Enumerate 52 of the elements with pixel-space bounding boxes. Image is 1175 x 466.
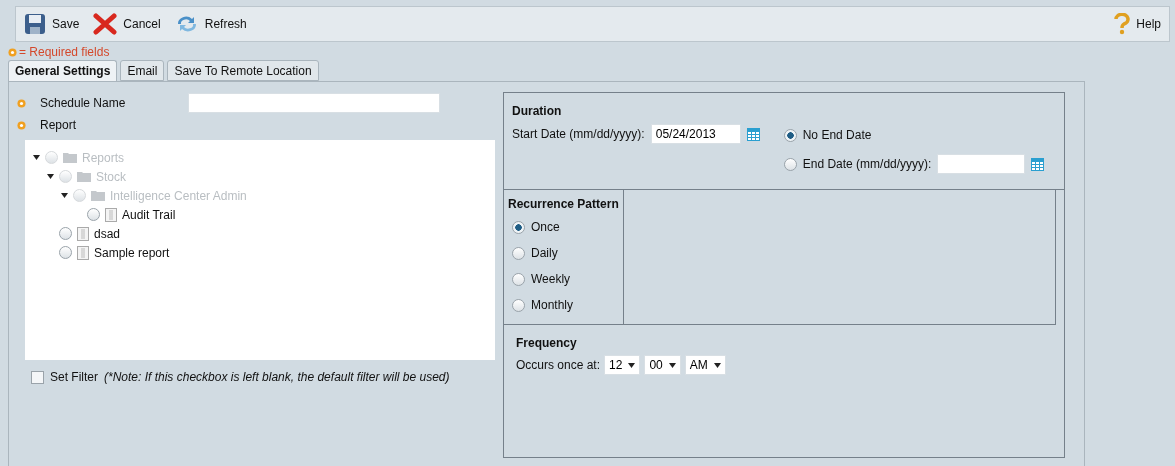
radio-label[interactable]: Weekly xyxy=(531,272,571,286)
checkbox[interactable] xyxy=(31,370,44,384)
caret-icon xyxy=(628,362,636,368)
required-icon xyxy=(17,120,26,130)
schedule-name-field[interactable] xyxy=(188,93,440,113)
radio-label[interactable]: No End Date xyxy=(802,128,872,142)
radio-button[interactable] xyxy=(512,298,525,312)
checkbox-label[interactable]: Set Filter xyxy=(50,370,98,384)
section-title: Duration xyxy=(512,103,563,120)
required-fields-note: = Required fields xyxy=(19,45,110,59)
radio-button[interactable] xyxy=(512,272,525,286)
report-icon xyxy=(77,226,89,241)
radio-button[interactable] xyxy=(512,220,525,234)
toolbar-button[interactable]: Refresh xyxy=(174,14,247,34)
tab[interactable]: General Settings xyxy=(8,60,118,81)
radio-label[interactable]: Monthly xyxy=(531,298,574,312)
dropdown[interactable]: 12 xyxy=(604,355,641,375)
folder-icon xyxy=(77,171,91,182)
radio-label[interactable]: End Date (mm/dd/yyyy): xyxy=(802,157,932,171)
report-icon xyxy=(105,207,117,222)
help-button[interactable]: Help xyxy=(1114,13,1161,35)
dropdown[interactable]: AM xyxy=(684,355,726,375)
toolbar-button[interactable]: Cancel xyxy=(93,13,161,35)
toolbar-button[interactable]: Save xyxy=(24,13,80,35)
end-date-field[interactable] xyxy=(937,154,1026,174)
dropdown[interactable]: 00 xyxy=(644,355,681,375)
field-label: Occurs once at: xyxy=(516,358,601,372)
field-label: Schedule Name xyxy=(40,96,127,110)
tab[interactable]: Save To Remote Location xyxy=(167,60,319,81)
tab[interactable]: Email xyxy=(120,60,165,81)
calendar-icon[interactable] xyxy=(1031,157,1045,171)
report-icon xyxy=(77,245,89,260)
calendar-icon[interactable] xyxy=(746,127,760,141)
section-title: Frequency xyxy=(516,335,578,352)
start-date-field[interactable]: 05/24/2013 xyxy=(650,124,741,144)
field-label: Report xyxy=(40,118,77,132)
close-icon xyxy=(93,13,118,35)
radio-label[interactable]: Once xyxy=(531,220,560,234)
radio-button[interactable] xyxy=(783,157,797,171)
required-icon xyxy=(17,98,26,108)
field-label: Start Date (mm/dd/yyyy): xyxy=(512,127,645,141)
filter-note: (*Note: If this checkbox is left blank, the default filter will be used) xyxy=(104,370,450,384)
required-icon xyxy=(8,47,17,57)
question-mark-icon xyxy=(1114,13,1131,35)
caret-icon xyxy=(713,362,721,368)
folder-icon xyxy=(63,152,77,163)
radio-label[interactable]: Daily xyxy=(531,246,558,260)
caret-icon xyxy=(668,362,676,368)
folder-icon xyxy=(91,190,105,201)
radio-button[interactable] xyxy=(512,246,525,260)
radio-button[interactable] xyxy=(783,128,797,142)
section-title: Recurrence Pattern xyxy=(508,196,619,213)
